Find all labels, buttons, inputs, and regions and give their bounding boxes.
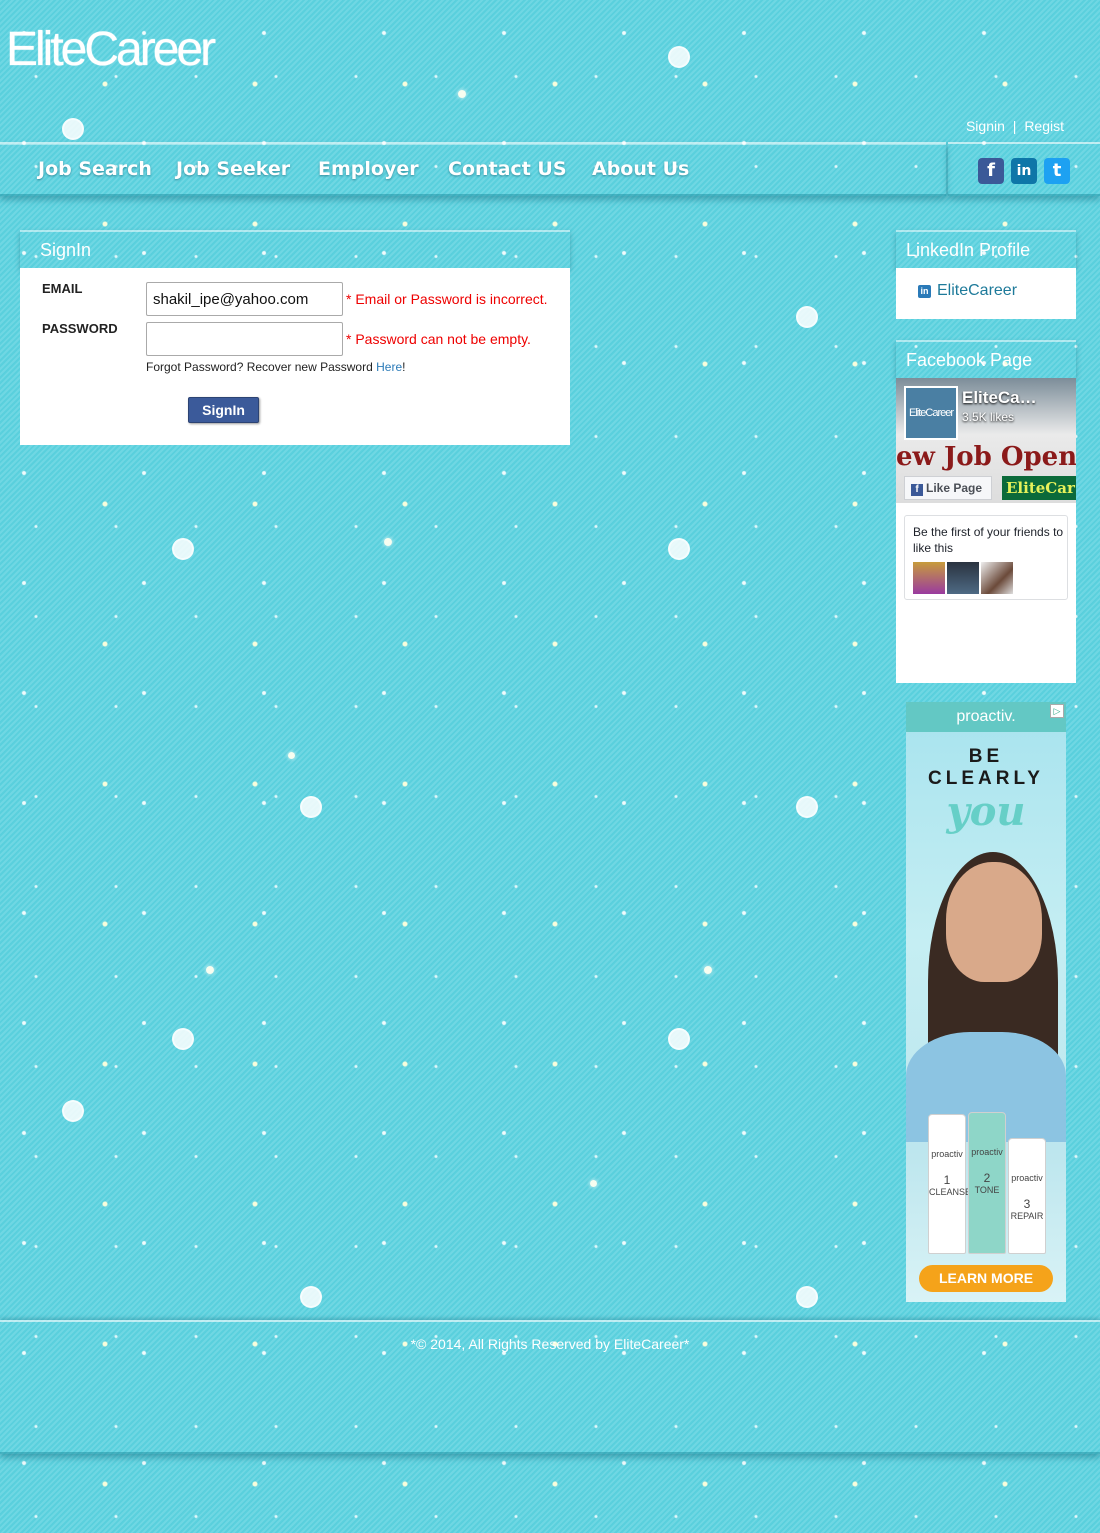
friend-avatar[interactable] [947,562,979,594]
planet-decoration [796,796,818,818]
ad-bottle-cleanse: proactiv 1 CLEANSE [928,1114,972,1254]
linkedin-profile-link[interactable]: in EliteCareer [918,282,1017,300]
planet-decoration [300,796,322,818]
star-decoration [384,538,392,546]
bottle-brand: proactiv [931,1149,963,1159]
signin-panel-title: SignIn [20,230,570,268]
bottle-brand: proactiv [1011,1173,1043,1183]
proactiv-advertisement[interactable]: proactiv. ▷ BE CLEARLY you proactiv 1 CL… [906,702,1066,1302]
main-nav: Job Search Job Seeker Employer Contact U… [0,142,946,196]
bottle-step: 1 [943,1173,951,1187]
password-label: PASSWORD [42,321,118,336]
planet-decoration [172,538,194,560]
bottle-step: 3 [1023,1197,1031,1211]
social-links: f in t [948,142,1100,196]
linkedin-icon[interactable]: in [1011,158,1037,184]
signin-panel: EMAIL * Email or Password is incorrect. … [20,268,570,445]
star-decoration [590,1180,597,1187]
bottle-name: CLEANSE [929,1187,972,1197]
facebook-panel-title: Facebook Page [896,340,1076,378]
bottle-brand: proactiv [971,1147,1003,1157]
planet-decoration [796,306,818,328]
ad-headline-2: CLEARLY [928,768,1044,789]
email-label: EMAIL [42,281,83,296]
ad-bottle-repair: proactiv 3 REPAIR [1008,1138,1046,1254]
auth-separator: | [1012,118,1017,134]
star-decoration [458,90,466,98]
ad-model-face [946,862,1042,982]
linkedin-panel-title: LinkedIn Profile [896,230,1076,268]
star-decoration [206,966,214,974]
ad-brand: proactiv. [906,702,1066,732]
friend-avatar[interactable] [913,562,945,594]
email-field[interactable] [146,282,343,316]
email-error: * Email or Password is incorrect. [346,291,548,307]
nav-job-search[interactable]: Job Search [38,158,152,180]
bottle-name: TONE [974,1185,1000,1195]
ad-headline-1: BE [968,746,1004,767]
facebook-friends-box: Be the first of your friends to like thi… [904,515,1068,600]
recover-password-link[interactable]: Here [376,360,402,374]
forgot-password-label: Forgot Password? Recover new Password [146,360,377,374]
planet-decoration [62,1100,84,1122]
forgot-password-end: ! [402,360,406,374]
nav-about-us[interactable]: About Us [592,158,689,180]
bottle-step: 2 [983,1171,991,1185]
facebook-page-name[interactable]: EliteCa… [962,388,1037,408]
linkedin-profile-label[interactable]: EliteCareer [937,282,1017,299]
facebook-likes-count: 3.5K likes [962,410,1015,424]
ad-headline-3: you [946,788,1026,835]
planet-decoration [668,1028,690,1050]
password-field[interactable] [146,322,343,356]
planet-decoration [62,118,84,140]
twitter-icon[interactable]: t [1044,158,1070,184]
nav-contact-us[interactable]: Contact US [448,158,567,180]
planet-decoration [668,538,690,560]
planet-decoration [668,46,690,68]
facebook-cover-tag: EliteCar [1002,476,1076,500]
planet-decoration [796,1286,818,1308]
nav-employer[interactable]: Employer [318,158,419,180]
facebook-page-widget: EliteCareer EliteCa… 3.5K likes ew Job O… [896,378,1076,683]
ad-choices-icon[interactable]: ▷ [1050,704,1064,718]
star-decoration [288,752,295,759]
bottle-name: REPAIR [1010,1211,1044,1221]
facebook-icon[interactable]: f [978,158,1004,184]
register-link[interactable]: Regist [1024,118,1064,134]
ad-bottle-tone: proactiv 2 TONE [968,1112,1006,1254]
copyright-text: *© 2014, All Rights Reserved by EliteCar… [410,1336,690,1352]
facebook-cover-banner: ew Job Openin [896,442,1076,472]
facebook-first-friends-text: Be the first of your friends to like thi… [913,525,1064,555]
auth-links: Signin | Regist [966,118,1064,134]
friend-avatar[interactable] [981,562,1013,594]
page-footer: *© 2014, All Rights Reserved by EliteCar… [0,1320,1100,1454]
planet-decoration [172,1028,194,1050]
nav-job-seeker[interactable]: Job Seeker [176,158,290,180]
signin-link[interactable]: Signin [966,118,1005,134]
star-decoration [704,966,712,974]
linkedin-small-icon: in [918,285,931,298]
facebook-f-icon: f [911,484,923,496]
site-logo[interactable]: EliteCareer [6,22,216,77]
planet-decoration [300,1286,322,1308]
facebook-like-page-button[interactable]: f Like Page [904,476,992,500]
signin-button[interactable]: SignIn [188,397,259,423]
password-error: * Password can not be empty. [346,331,531,347]
facebook-cover: EliteCareer EliteCa… 3.5K likes ew Job O… [896,378,1076,503]
forgot-password-text: Forgot Password? Recover new Password He… [146,360,405,374]
facebook-page-thumb[interactable]: EliteCareer [904,386,958,440]
ad-learn-more-button[interactable]: LEARN MORE [919,1265,1053,1292]
like-page-label: Like Page [926,481,983,495]
